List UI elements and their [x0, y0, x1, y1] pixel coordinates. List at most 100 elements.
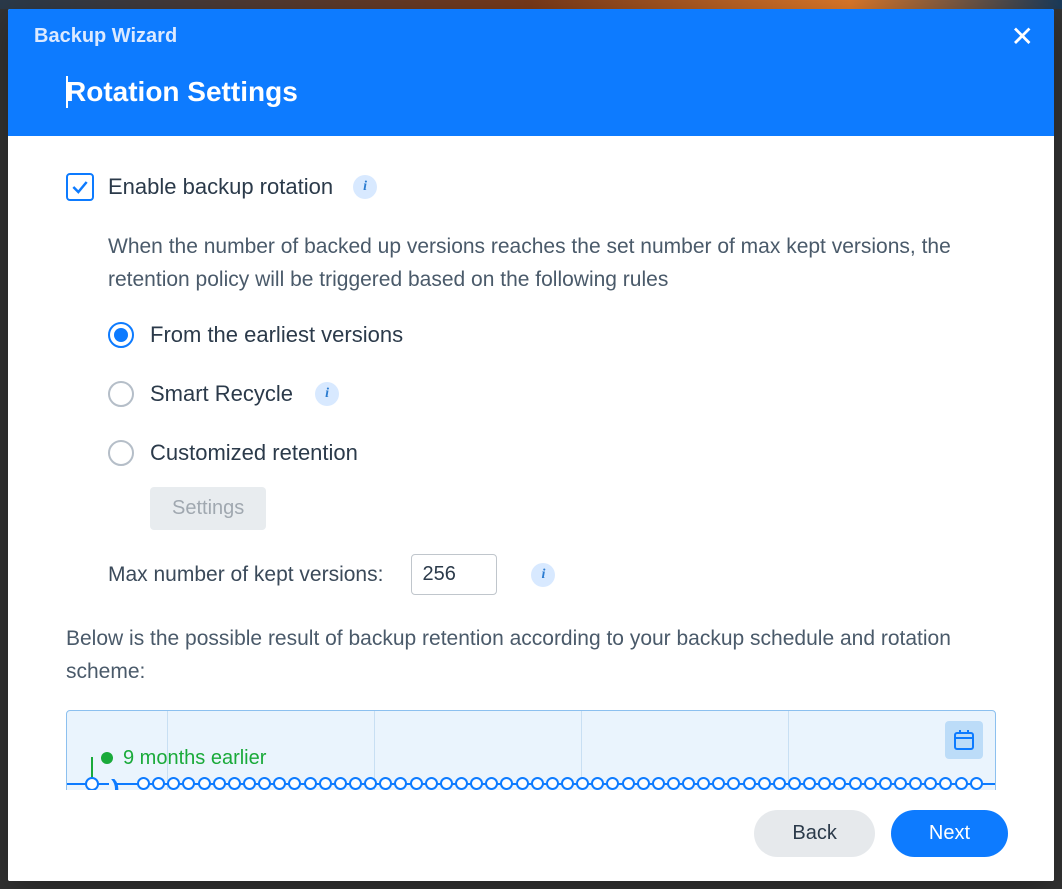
timeline-dot — [198, 777, 211, 790]
header-top: Backup Wizard — [8, 9, 1054, 48]
timeline-dot — [864, 777, 877, 790]
timeline-break-icon: )) — [109, 771, 116, 790]
radio-earliest-row: From the earliest versions — [108, 318, 996, 351]
page-title-text: Rotation Settings — [66, 76, 298, 107]
timeline-dot — [228, 777, 241, 790]
timeline-dot — [712, 777, 725, 790]
timeline-dot — [743, 777, 756, 790]
max-versions-input[interactable] — [411, 554, 497, 595]
timeline-dot — [955, 777, 968, 790]
timeline-dot — [970, 777, 983, 790]
timeline-dot — [546, 777, 559, 790]
radio-custom-label: Customized retention — [150, 436, 358, 469]
timeline-dot — [410, 777, 423, 790]
timeline-dot — [879, 777, 892, 790]
timeline-dot — [833, 777, 846, 790]
enable-row: Enable backup rotation i — [66, 170, 996, 203]
timeline-dot — [258, 777, 271, 790]
timeline-dot — [652, 777, 665, 790]
radio-earliest-label: From the earliest versions — [150, 318, 403, 351]
timeline-dot — [137, 777, 150, 790]
back-button[interactable]: Back — [754, 810, 874, 857]
enable-checkbox[interactable] — [66, 173, 94, 201]
max-versions-row: Max number of kept versions: i — [108, 554, 996, 595]
radio-smart[interactable] — [108, 381, 134, 407]
timeline-dot — [379, 777, 392, 790]
timeline-dot — [319, 777, 332, 790]
timeline-dot — [894, 777, 907, 790]
timeline-dot — [334, 777, 347, 790]
header: Backup Wizard ✕ Rotation Settings — [8, 9, 1054, 136]
timeline-dot — [213, 777, 226, 790]
timeline-dot — [470, 777, 483, 790]
timeline-dot — [849, 777, 862, 790]
timeline-dot — [288, 777, 301, 790]
radio-earliest[interactable] — [108, 322, 134, 348]
timeline-dot — [182, 777, 195, 790]
radio-custom[interactable] — [108, 440, 134, 466]
timeline-dot — [349, 777, 362, 790]
timeline-dot — [167, 777, 180, 790]
timeline-dot — [364, 777, 377, 790]
timeline-dots — [137, 777, 983, 790]
backdrop — [0, 0, 1062, 9]
next-button[interactable]: Next — [891, 810, 1008, 857]
description-text: When the number of backed up versions re… — [108, 231, 996, 296]
timeline-description: Below is the possible result of backup r… — [66, 623, 996, 688]
footer: Back Next — [8, 790, 1054, 881]
timeline-dot — [152, 777, 165, 790]
timeline-dot — [667, 777, 680, 790]
wizard-modal: Backup Wizard ✕ Rotation Settings Enable… — [8, 9, 1054, 881]
timeline-panel: 8 weeks earlier 6 weeks earlier 4 weeks … — [66, 710, 996, 790]
timeline-dot — [485, 777, 498, 790]
timeline-dot — [561, 777, 574, 790]
timeline-dot — [304, 777, 317, 790]
timeline-dot — [924, 777, 937, 790]
timeline-start-dot — [85, 777, 99, 790]
timeline-dot — [697, 777, 710, 790]
window-title: Backup Wizard — [34, 25, 177, 48]
timeline-dot — [758, 777, 771, 790]
timeline-dot — [606, 777, 619, 790]
timeline-dot — [500, 777, 513, 790]
enable-label: Enable backup rotation — [108, 170, 333, 203]
green-dot-icon — [101, 752, 113, 764]
settings-button: Settings — [150, 487, 266, 530]
timeline-dot — [818, 777, 831, 790]
timeline-dot — [394, 777, 407, 790]
timeline-dot — [773, 777, 786, 790]
body: Enable backup rotation i When the number… — [8, 136, 1054, 790]
timeline-dot — [909, 777, 922, 790]
timeline-inner: 8 weeks earlier 6 weeks earlier 4 weeks … — [67, 711, 995, 790]
info-icon[interactable]: i — [315, 382, 339, 406]
timeline-dot — [455, 777, 468, 790]
timeline-dot — [637, 777, 650, 790]
timeline-dot — [273, 777, 286, 790]
timeline-dot — [727, 777, 740, 790]
timeline-start-label: 9 months earlier — [101, 743, 266, 773]
timeline-dot — [576, 777, 589, 790]
radio-smart-row: Smart Recycle i — [108, 377, 996, 410]
info-icon[interactable]: i — [531, 563, 555, 587]
timeline-dot — [803, 777, 816, 790]
timeline-dot — [440, 777, 453, 790]
timeline-dot — [939, 777, 952, 790]
timeline-dot — [531, 777, 544, 790]
close-icon[interactable]: ✕ — [1011, 23, 1034, 51]
max-versions-label: Max number of kept versions: — [108, 559, 383, 591]
timeline-dot — [682, 777, 695, 790]
timeline-dot — [622, 777, 635, 790]
timeline-dot — [425, 777, 438, 790]
radio-smart-label: Smart Recycle — [150, 377, 293, 410]
timeline-dot — [243, 777, 256, 790]
text-cursor — [66, 76, 68, 108]
info-icon[interactable]: i — [353, 175, 377, 199]
settings-button-wrap: Settings — [150, 487, 996, 530]
timeline-stem — [91, 757, 93, 779]
radio-custom-row: Customized retention — [108, 436, 996, 469]
timeline-dot — [788, 777, 801, 790]
page-title: Rotation Settings — [8, 48, 1054, 136]
timeline-dot — [516, 777, 529, 790]
timeline-start-text: 9 months earlier — [123, 743, 266, 773]
timeline-dot — [591, 777, 604, 790]
